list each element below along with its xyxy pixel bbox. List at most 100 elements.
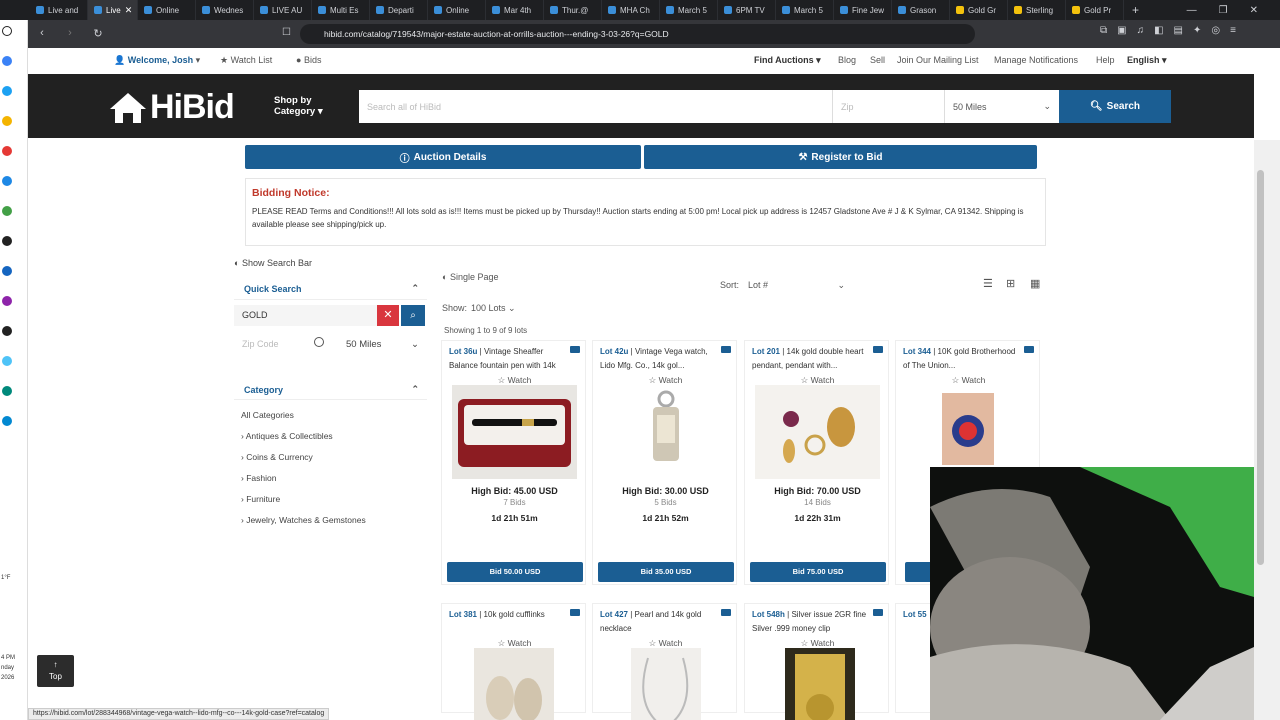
app-icon[interactable] <box>2 206 12 216</box>
bookmark-icon[interactable]: ☐ <box>282 27 291 38</box>
sidebar-distance-select[interactable]: 50 Miles ⌄ <box>344 334 427 355</box>
lot-image-watch[interactable] <box>603 385 728 479</box>
browser-tab[interactable]: Gold Pr <box>1066 0 1124 20</box>
location-icon[interactable] <box>314 337 324 347</box>
browser-tab[interactable]: Sterling <box>1008 0 1066 20</box>
search-button[interactable]: 🔍︎ Search <box>1059 90 1171 123</box>
app-icon[interactable] <box>2 266 12 276</box>
wallet-icon[interactable]: ▤ <box>1174 25 1183 36</box>
app-icon[interactable] <box>2 176 12 186</box>
browser-tab[interactable]: Online <box>138 0 196 20</box>
lot-image-money-clip[interactable] <box>755 648 880 720</box>
bid-button[interactable]: Bid 35.00 USD <box>598 562 734 582</box>
category-item[interactable]: › Fashion <box>241 473 276 483</box>
bid-button[interactable]: Bid 75.00 USD <box>750 562 886 582</box>
browser-tab[interactable]: March 5 <box>660 0 718 20</box>
new-tab-icon[interactable]: + <box>1132 3 1139 17</box>
lot-title[interactable]: Lot 344 | 10K gold Brotherhood of The Un… <box>903 345 1023 373</box>
browser-tab[interactable]: LIVE AU <box>254 0 312 20</box>
media-icon[interactable]: ♫ <box>1137 25 1145 36</box>
app-icon[interactable] <box>2 26 12 36</box>
grid-view-icon[interactable]: ⊞ <box>1006 277 1015 290</box>
lot-card[interactable]: Lot 548h | Silver issue 2GR fine Silver … <box>744 603 889 720</box>
category-item[interactable]: › Furniture <box>241 494 280 504</box>
bids-link[interactable]: ● Bids <box>296 55 321 65</box>
category-item[interactable]: All Categories <box>241 410 294 420</box>
single-page-toggle[interactable]: ◐ Single Page <box>442 272 499 282</box>
browser-tab[interactable]: Live ✕ <box>88 0 138 20</box>
app-icon[interactable] <box>2 146 12 156</box>
clear-search-button[interactable]: ✕ <box>377 305 399 326</box>
lot-image-pendants[interactable] <box>755 385 880 479</box>
welcome-menu[interactable]: 👤 Welcome, Josh ▾ <box>114 55 200 66</box>
lot-title[interactable]: Lot 381 | 10k gold cufflinks <box>449 608 569 636</box>
browser-tab[interactable]: Multi Es <box>312 0 370 20</box>
distance-select[interactable]: 50 Miles ⌄ <box>945 90 1059 123</box>
forward-icon[interactable]: › <box>60 27 80 40</box>
lot-title[interactable]: Lot 427 | Pearl and 14k gold necklace <box>600 608 720 636</box>
lot-image-cufflinks[interactable] <box>452 648 577 720</box>
lot-image-pin[interactable] <box>906 385 1031 479</box>
browser-tab[interactable]: Online <box>428 0 486 20</box>
vpn-icon[interactable]: ◎ <box>1211 25 1220 36</box>
lot-card[interactable]: Lot 427 | Pearl and 14k gold necklace ☆ … <box>592 603 737 720</box>
browser-tab[interactable]: Fine Jew <box>834 0 892 20</box>
lot-title[interactable]: Lot 36u | Vintage Sheaffer Balance fount… <box>449 345 569 373</box>
lot-card[interactable]: Lot 381 | 10k gold cufflinks ☆ Watch <box>441 603 586 720</box>
browser-tab[interactable]: 6PM TV <box>718 0 776 20</box>
browser-tab[interactable]: Gold Gr <box>950 0 1008 20</box>
lot-title[interactable]: Lot 201 | 14k gold double heart pendant,… <box>752 345 872 373</box>
app-icon[interactable] <box>2 326 12 336</box>
app-icon[interactable] <box>2 236 12 246</box>
category-header[interactable]: Category ⌃ <box>234 378 427 400</box>
category-item[interactable]: › Coins & Currency <box>241 452 313 462</box>
lot-image-pen[interactable] <box>452 385 577 479</box>
quick-search-button[interactable]: ⌕ <box>401 305 425 326</box>
lot-title[interactable]: Lot 548h | Silver issue 2GR fine Silver … <box>752 608 872 636</box>
lot-image-necklace[interactable] <box>603 648 728 720</box>
browser-tab[interactable]: Live and <box>30 0 88 20</box>
extension-icon[interactable]: ▣ <box>1117 25 1126 36</box>
language-menu[interactable]: English ▾ <box>1127 55 1167 66</box>
close-tab-icon[interactable]: ✕ <box>125 5 133 16</box>
browser-tab[interactable]: Thur.@ <box>544 0 602 20</box>
sidebar-icon[interactable]: ◧ <box>1154 25 1163 36</box>
back-icon[interactable]: ‹ <box>32 27 52 40</box>
blog-link[interactable]: Blog <box>838 55 856 65</box>
mailing-list-link[interactable]: Join Our Mailing List <box>897 55 979 65</box>
quick-search-header[interactable]: Quick Search ⌃ <box>234 277 427 300</box>
bid-button[interactable]: Bid 50.00 USD <box>447 562 583 582</box>
app-icon[interactable] <box>2 116 12 126</box>
find-auctions-menu[interactable]: Find Auctions ▾ <box>754 55 821 66</box>
help-link[interactable]: Help <box>1096 55 1115 65</box>
minimize-icon[interactable]: — <box>1187 5 1197 16</box>
back-to-top-button[interactable]: ↑ Top <box>37 655 74 687</box>
hibid-logo[interactable]: HiBid <box>108 88 235 127</box>
app-icon[interactable] <box>2 416 12 426</box>
app-icon[interactable] <box>2 86 12 96</box>
reload-icon[interactable]: ↻ <box>88 27 108 40</box>
browser-tab[interactable]: March 5 <box>776 0 834 20</box>
browser-tab[interactable]: Departi <box>370 0 428 20</box>
url-field[interactable]: hibid.com/catalog/719543/major-estate-au… <box>300 24 975 44</box>
browser-tab[interactable]: Grason <box>892 0 950 20</box>
search-input[interactable]: Search all of HiBid <box>359 90 833 123</box>
zip-input[interactable]: Zip <box>833 90 945 123</box>
category-item[interactable]: › Jewelry, Watches & Gemstones <box>241 515 366 525</box>
list-view-icon[interactable]: ☰ <box>983 277 993 290</box>
notifications-link[interactable]: Manage Notifications <box>994 55 1078 65</box>
app-icon[interactable] <box>2 356 12 366</box>
show-select[interactable]: 100 Lots ⌄ <box>471 303 516 314</box>
register-button[interactable]: ⚒ Register to Bid <box>644 145 1037 169</box>
app-icon[interactable] <box>2 386 12 396</box>
restore-icon[interactable]: ❐ <box>1219 5 1228 16</box>
watch-list-link[interactable]: ★ Watch List <box>220 55 272 66</box>
quick-search-input[interactable]: GOLD <box>234 305 377 326</box>
ai-icon[interactable]: ✦ <box>1193 25 1201 36</box>
browser-tab[interactable]: MHA Ch <box>602 0 660 20</box>
show-search-bar-toggle[interactable]: ◐ Show Search Bar <box>234 258 427 268</box>
scrollbar-thumb[interactable] <box>1257 170 1264 565</box>
app-icon[interactable] <box>2 56 12 66</box>
table-view-icon[interactable]: ▦ <box>1030 277 1040 290</box>
category-item[interactable]: › Antiques & Collectibles <box>241 431 333 441</box>
